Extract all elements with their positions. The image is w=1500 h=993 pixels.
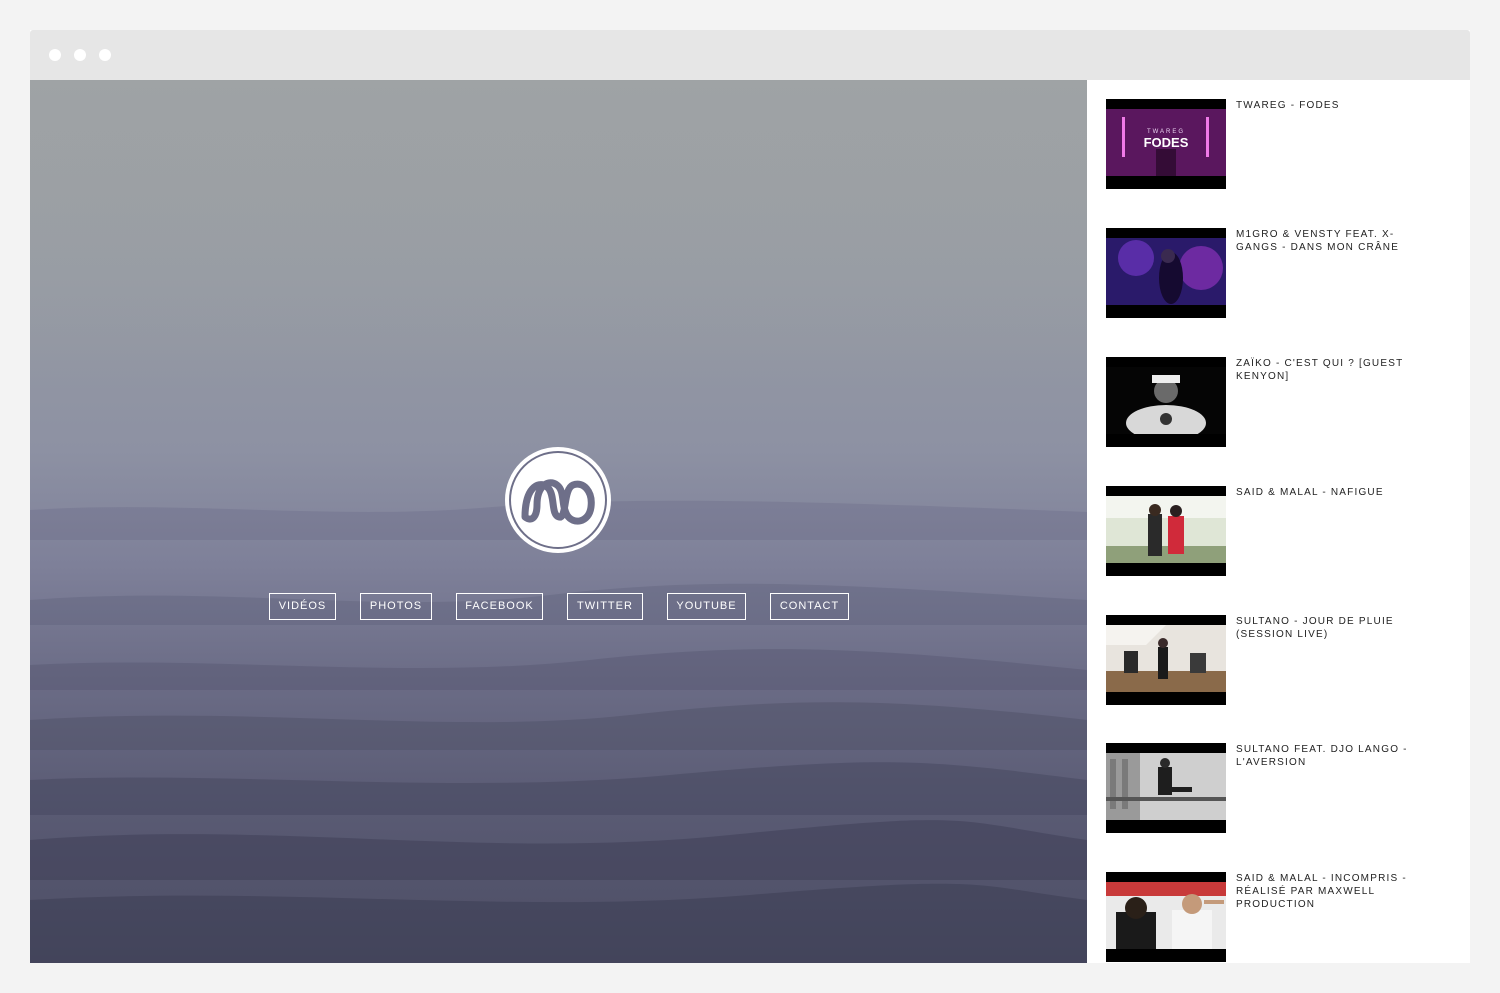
nav-videos-button[interactable]: VIDÉOS [269, 593, 336, 620]
video-thumbnail[interactable] [1106, 357, 1226, 447]
video-thumbnail[interactable] [1106, 486, 1226, 576]
video-title[interactable]: TWAREG - FODES [1236, 99, 1426, 112]
main-nav: VIDÉOS PHOTOS FACEBOOK TWITTER YOUTUBE C… [30, 593, 1087, 623]
window-dot-icon[interactable] [99, 49, 111, 61]
thumbnail-text-big: FODES [1144, 135, 1189, 150]
nav-youtube-button[interactable]: YOUTUBE [667, 593, 746, 620]
video-thumbnail[interactable] [1106, 743, 1226, 833]
thumbnail-image [1106, 496, 1226, 563]
nav-contact-button[interactable]: CONTACT [770, 593, 849, 620]
video-thumbnail[interactable]: TWAREG FODES [1106, 99, 1226, 189]
window-dot-icon[interactable] [74, 49, 86, 61]
thumbnail-image [1106, 882, 1226, 949]
video-sidebar: TWAREG FODES TWAREG - FODES M1GRO & VENS… [1087, 80, 1470, 963]
video-item[interactable]: TWAREG FODES TWAREG - FODES [1106, 99, 1451, 191]
video-item[interactable]: SAID & MALAL - NAFIGUE [1106, 486, 1451, 578]
video-item[interactable]: SAID & MALAL - INCOMPRIS - RÉALISÉ PAR M… [1106, 872, 1451, 963]
video-title[interactable]: M1GRO & VENSTY FEAT. X-GANGS - DANS MON … [1236, 228, 1426, 254]
nav-twitter-button[interactable]: TWITTER [567, 593, 643, 620]
thumbnail-image [1106, 238, 1226, 305]
video-thumbnail[interactable] [1106, 615, 1226, 705]
wm-logo-icon[interactable] [503, 445, 613, 555]
video-title[interactable]: SULTANO FEAT. DJO LANGO - L'AVERSION [1236, 743, 1426, 769]
video-thumbnail[interactable] [1106, 872, 1226, 962]
thumbnail-image [1106, 753, 1226, 820]
thumbnail-image [1106, 625, 1226, 692]
video-item[interactable]: SULTANO FEAT. DJO LANGO - L'AVERSION [1106, 743, 1451, 835]
browser-window: VIDÉOS PHOTOS FACEBOOK TWITTER YOUTUBE C… [30, 30, 1470, 963]
window-dot-icon[interactable] [49, 49, 61, 61]
video-title[interactable]: SAID & MALAL - INCOMPRIS - RÉALISÉ PAR M… [1236, 872, 1426, 911]
video-item[interactable]: M1GRO & VENSTY FEAT. X-GANGS - DANS MON … [1106, 228, 1451, 320]
nav-photos-button[interactable]: PHOTOS [360, 593, 432, 620]
window-titlebar [30, 30, 1470, 80]
nav-facebook-button[interactable]: FACEBOOK [456, 593, 543, 620]
thumbnail-image [1106, 367, 1226, 434]
video-item[interactable]: SULTANO - JOUR DE PLUIE (SESSION LIVE) [1106, 615, 1451, 707]
video-title[interactable]: SAID & MALAL - NAFIGUE [1236, 486, 1426, 499]
hero-background: VIDÉOS PHOTOS FACEBOOK TWITTER YOUTUBE C… [30, 80, 1087, 963]
video-title[interactable]: ZAÏKO - C'EST QUI ? [GUEST KENYON] [1236, 357, 1426, 383]
thumbnail-image: TWAREG FODES [1106, 109, 1226, 176]
video-title[interactable]: SULTANO - JOUR DE PLUIE (SESSION LIVE) [1236, 615, 1426, 641]
video-thumbnail[interactable] [1106, 228, 1226, 318]
video-item[interactable]: ZAÏKO - C'EST QUI ? [GUEST KENYON] [1106, 357, 1451, 449]
